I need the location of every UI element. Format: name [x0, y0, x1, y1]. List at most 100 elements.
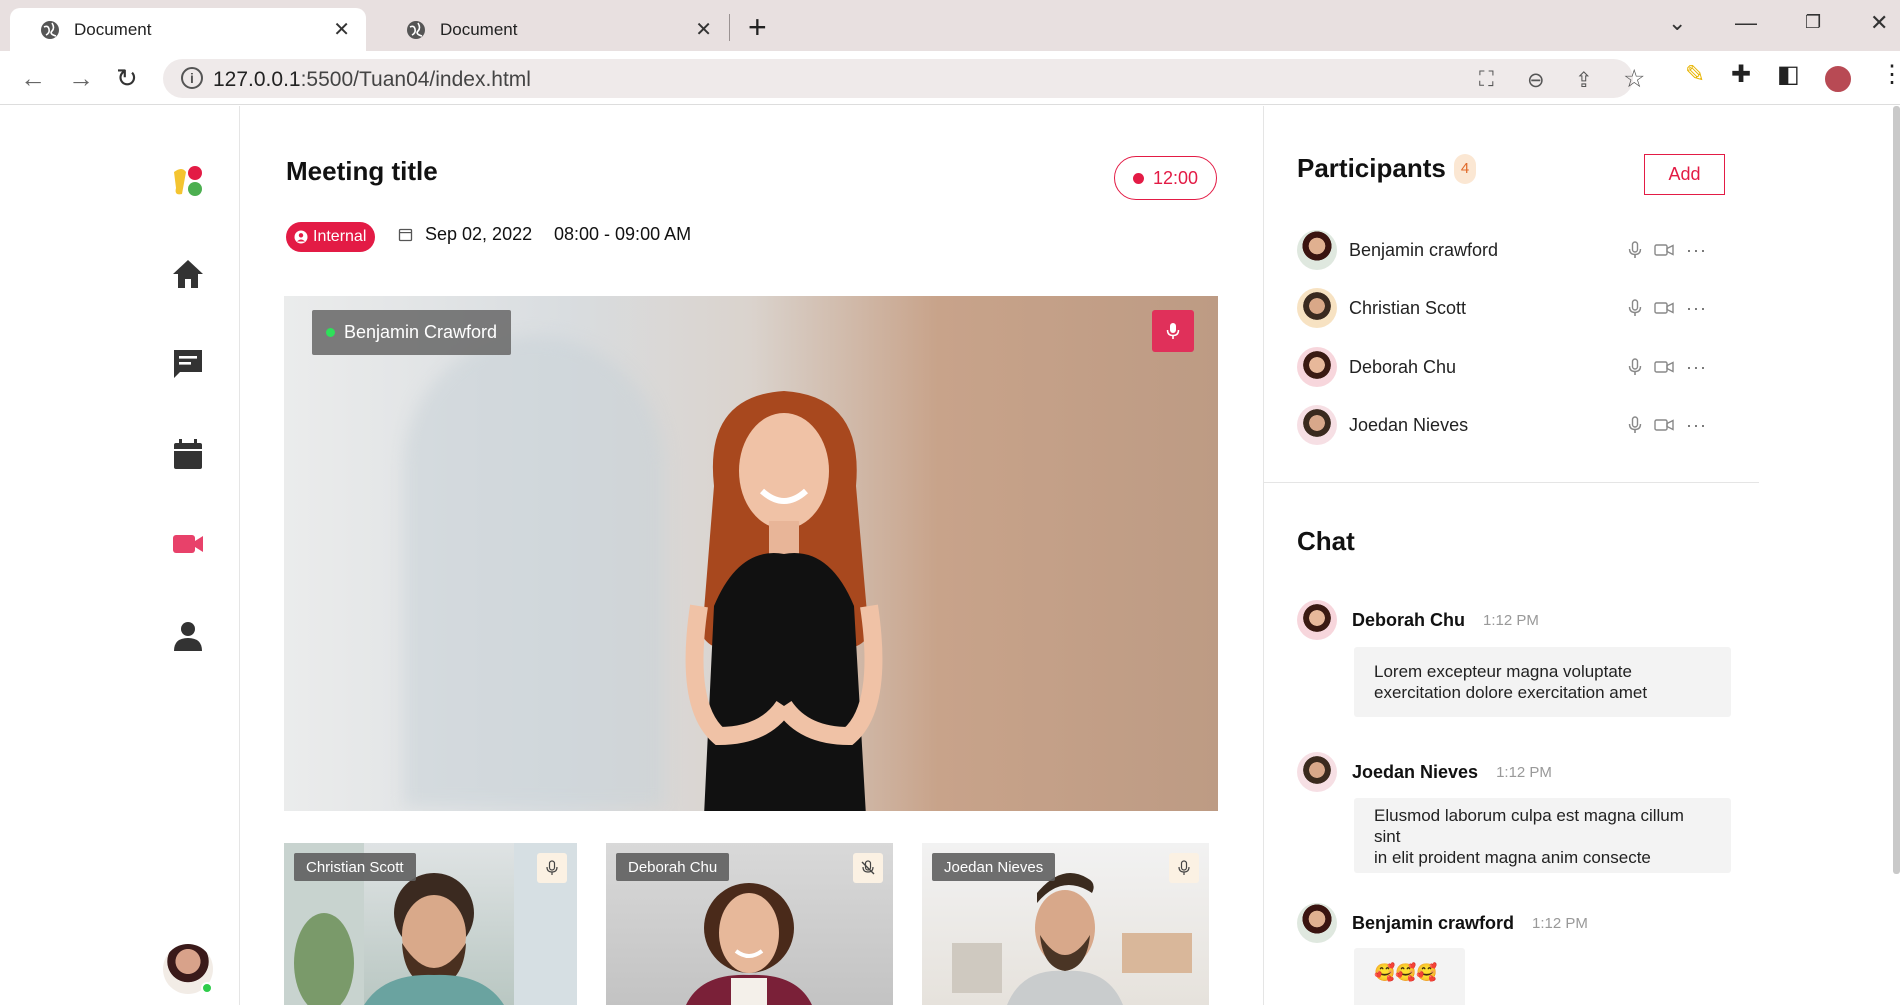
user-icon[interactable]	[170, 618, 206, 654]
participant-name: Benjamin crawford	[1349, 239, 1499, 260]
main-video[interactable]: Benjamin Crawford	[284, 296, 1218, 811]
message-sender: Joedan Nieves	[1352, 761, 1479, 782]
badge-label: Internal	[313, 228, 367, 245]
participant-name: Christian Scott	[1349, 297, 1467, 318]
meeting-main: Meeting title 12:00 Internal Sep 02, 202…	[241, 106, 1263, 1005]
chat-message-header: Benjamin crawford 1:12 PM	[1297, 903, 1588, 943]
zoom-out-icon[interactable]: ⊖	[1527, 68, 1545, 93]
browser-tab-active[interactable]: Document ✕	[10, 8, 366, 51]
browser-tab[interactable]: Document ✕	[376, 8, 728, 51]
minimize-icon[interactable]: —	[1735, 10, 1757, 36]
tab-separator	[729, 14, 730, 41]
microphone-icon	[1178, 860, 1190, 875]
microphone-icon	[546, 860, 558, 875]
avatar	[1297, 752, 1337, 792]
new-tab-icon[interactable]: +	[748, 9, 767, 46]
extensions-puzzle-icon[interactable]: ✚	[1731, 60, 1751, 89]
chat-message-header: Deborah Chu 1:12 PM	[1297, 600, 1539, 640]
chat-message-bubble: Lorem excepteur magna voluptate exercita…	[1354, 647, 1731, 717]
translate-icon[interactable]: ⛶	[1479, 68, 1494, 92]
divider	[1264, 482, 1759, 483]
participants-title: Participants	[1297, 153, 1446, 183]
participant-video-tile[interactable]: Christian Scott	[284, 843, 577, 1005]
mic-button[interactable]	[1152, 310, 1194, 352]
timer-text: 12:00	[1152, 167, 1199, 188]
profile-avatar[interactable]	[1823, 64, 1853, 94]
participant-video-tile[interactable]: Deborah Chu	[606, 843, 893, 1005]
share-icon[interactable]: ⇪	[1575, 68, 1593, 93]
microphone-off-icon	[861, 860, 875, 875]
avatar	[1297, 230, 1337, 270]
add-participant-button[interactable]: Add	[1644, 154, 1725, 195]
avatar	[1297, 347, 1337, 387]
video-camera-icon[interactable]	[1654, 418, 1674, 432]
chat-message-header: Joedan Nieves 1:12 PM	[1297, 752, 1552, 792]
more-options-icon[interactable]: ···	[1686, 298, 1707, 319]
participant-video-tile[interactable]: Joedan Nieves	[922, 843, 1209, 1005]
scrollbar[interactable]	[1893, 106, 1900, 874]
microphone-icon[interactable]	[1628, 241, 1642, 259]
online-status-dot	[201, 982, 213, 994]
back-icon[interactable]: ←	[20, 63, 46, 94]
more-options-icon[interactable]: ···	[1686, 357, 1707, 378]
meeting-date: Sep 02, 2022	[398, 224, 532, 245]
note-extension-icon[interactable]: ✎	[1685, 60, 1705, 89]
browser-tab-bar: Document ✕ Document ✕ + ⌄ — ❐ ✕	[0, 0, 1900, 51]
video-camera-icon[interactable]	[1654, 243, 1674, 257]
more-options-icon[interactable]: ···	[1686, 415, 1707, 436]
avatar	[1297, 405, 1337, 445]
microphone-icon[interactable]	[1628, 358, 1642, 376]
mic-muted-button[interactable]	[853, 853, 883, 883]
mic-button[interactable]	[1169, 853, 1199, 883]
avatar	[1297, 288, 1337, 328]
participant-row[interactable]: Christian Scott ···	[1297, 286, 1727, 330]
tab-search-icon[interactable]: ⌄	[1668, 10, 1686, 36]
video-camera-icon[interactable]	[1654, 301, 1674, 315]
recording-timer[interactable]: 12:00	[1114, 156, 1217, 200]
side-panel-icon[interactable]: ◧	[1777, 60, 1800, 89]
forward-icon[interactable]: →	[68, 63, 94, 94]
home-icon[interactable]	[170, 256, 206, 292]
close-icon[interactable]: ✕	[333, 17, 350, 42]
chat-title: Chat	[1297, 526, 1355, 556]
video-background	[404, 336, 664, 806]
participant-name-tag: Joedan Nieves	[932, 853, 1056, 881]
url-text[interactable]: 127.0.0.1:5500/Tuan04/index.html	[213, 68, 531, 92]
calendar-icon[interactable]	[170, 436, 206, 472]
message-sender: Deborah Chu	[1352, 609, 1466, 630]
more-options-icon[interactable]: ···	[1686, 240, 1707, 261]
message-time: 1:12 PM	[1483, 611, 1539, 629]
participant-row[interactable]: Deborah Chu ···	[1297, 345, 1727, 389]
chat-message-bubble: 🥰🥰🥰	[1354, 948, 1465, 1005]
participant-name-tag: Deborah Chu	[616, 853, 730, 881]
speaker-video-image	[685, 391, 883, 811]
avatar[interactable]	[163, 944, 213, 994]
browser-menu-icon[interactable]: ⋮	[1880, 60, 1900, 89]
participant-name: Joedan Nieves	[1349, 414, 1469, 435]
participant-row[interactable]: Benjamin crawford ···	[1297, 228, 1727, 272]
bookmark-star-icon[interactable]: ☆	[1623, 64, 1645, 94]
chat-message-bubble: Elusmod laborum culpa est magna cillum s…	[1354, 798, 1731, 873]
participant-name: Deborah Chu	[1349, 356, 1457, 377]
participant-row[interactable]: Joedan Nieves ···	[1297, 403, 1727, 447]
window-close-icon[interactable]: ✕	[1870, 10, 1888, 36]
participant-name-tag: Christian Scott	[294, 853, 416, 881]
mic-button[interactable]	[537, 853, 567, 883]
online-status-dot	[326, 328, 335, 337]
reload-icon[interactable]: ↻	[116, 63, 138, 94]
restore-icon[interactable]: ❐	[1805, 12, 1821, 33]
close-icon[interactable]: ✕	[695, 17, 712, 42]
microphone-icon[interactable]	[1628, 299, 1642, 317]
date-text: Sep 02, 2022	[425, 224, 533, 244]
message-time: 1:12 PM	[1496, 763, 1552, 781]
video-camera-icon[interactable]	[170, 526, 206, 562]
message-time: 1:12 PM	[1532, 914, 1588, 932]
microphone-icon[interactable]	[1628, 416, 1642, 434]
speaker-name: Benjamin Crawford	[344, 322, 498, 342]
chat-icon[interactable]	[170, 346, 206, 382]
record-dot-icon	[1132, 172, 1144, 184]
video-camera-icon[interactable]	[1654, 360, 1674, 374]
site-info-icon[interactable]: i	[181, 67, 203, 89]
url-field[interactable]: i 127.0.0.1:5500/Tuan04/index.html ⛶ ⊖ ⇪…	[163, 59, 1645, 98]
sidebar	[0, 106, 240, 1005]
